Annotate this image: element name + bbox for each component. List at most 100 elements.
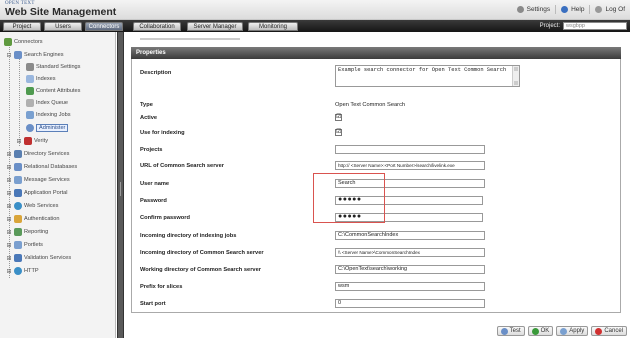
settings-link[interactable]: Settings	[512, 5, 556, 14]
tree-item-indexing-jobs[interactable]: Indexing Jobs	[24, 110, 71, 120]
cancel-button[interactable]: Cancel	[591, 326, 627, 336]
tree-item-http[interactable]: ⊞ HTTP	[6, 266, 39, 276]
expand-icon[interactable]: ⊞	[6, 190, 12, 197]
tree-item-validation-services[interactable]: ⊞ Validation Services	[6, 253, 71, 263]
tree-item-standard-settings[interactable]: Standard Settings	[24, 62, 80, 72]
expand-icon[interactable]: ⊞	[6, 164, 12, 171]
header-links: Settings Help Log Of	[512, 5, 630, 14]
expand-icon[interactable]: ⊞	[6, 216, 12, 223]
tab-collaboration[interactable]: Collaboration	[133, 22, 181, 31]
tree-item-relational-databases[interactable]: ⊞ Relational Databases	[6, 162, 77, 172]
start-port-label: Start port	[140, 301, 166, 307]
active-checkbox[interactable]: ☑	[335, 114, 342, 121]
type-label: Type	[140, 102, 153, 108]
search-engines-icon	[14, 51, 22, 59]
ok-button[interactable]: OK	[527, 326, 554, 336]
apply-button[interactable]: Apply	[556, 326, 589, 336]
use-for-indexing-checkbox[interactable]: ☑	[335, 129, 342, 136]
incoming-cs-label: Incoming directory of Common Search serv…	[140, 250, 264, 256]
index-icon	[26, 75, 34, 83]
validation-icon	[14, 254, 22, 262]
properties-panel: Description Example search connector for…	[131, 59, 621, 313]
project-select[interactable]: wsgbpp	[563, 22, 627, 30]
user-name-label: User name	[140, 181, 170, 187]
tree-item-indexes[interactable]: Indexes	[24, 74, 56, 84]
working-dir-field[interactable]: C:\OpenText\search\working	[335, 265, 485, 274]
highlight-annotation	[313, 173, 385, 223]
url-label: URL of Common Search server	[140, 163, 224, 169]
tab-project[interactable]: Project	[3, 22, 41, 31]
app-title: Web Site Management	[5, 6, 117, 18]
database-icon	[14, 163, 22, 171]
tree-item-index-queue[interactable]: Index Queue	[24, 98, 68, 108]
tree-item-message-services[interactable]: ⊞ Message Services	[6, 175, 70, 185]
logoff-link[interactable]: Log Of	[589, 5, 630, 14]
confirm-password-label: Confirm password	[140, 215, 190, 221]
queue-icon	[26, 99, 34, 107]
expand-icon[interactable]: ⊞	[6, 229, 12, 236]
help-link[interactable]: Help	[555, 5, 589, 14]
settings-icon	[26, 63, 34, 71]
projects-label: Projects	[140, 147, 163, 153]
help-icon	[561, 6, 569, 13]
breadcrumb-strip	[140, 38, 240, 40]
working-dir-label: Working directory of Common Search serve…	[140, 267, 261, 273]
app-header: OPEN TEXT Web Site Management Settings H…	[0, 0, 630, 20]
tree-item-web-services[interactable]: ⊞ Web Services	[6, 201, 58, 211]
action-buttons: Test OK Apply Cancel	[496, 326, 627, 336]
project-label: Project:	[539, 23, 560, 29]
tree-item-search-engines[interactable]: ⊟ Search Engines	[6, 50, 64, 60]
connectors-tree: Connectors ⊟ Search Engines Standard Set…	[0, 32, 116, 338]
expand-icon[interactable]: ⊞	[6, 203, 12, 210]
tab-server-manager[interactable]: Server Manager	[187, 22, 243, 31]
pane-splitter[interactable]	[117, 32, 124, 338]
password-label: Password	[140, 198, 167, 204]
ok-icon	[531, 327, 539, 335]
reporting-icon	[14, 228, 22, 236]
tree-item-content-attributes[interactable]: Content Attributes	[24, 86, 80, 96]
incoming-jobs-label: Incoming directory of indexing jobs	[140, 233, 237, 239]
url-field[interactable]: http:// <Server Name>:<Port Number>/sear…	[335, 161, 485, 170]
collapse-icon[interactable]: ⊟	[6, 52, 12, 59]
tree-item-connectors[interactable]: Connectors	[2, 37, 43, 47]
tree-item-directory-services[interactable]: ⊞ Directory Services	[6, 149, 69, 159]
apply-icon	[560, 327, 568, 335]
portal-icon	[14, 189, 22, 197]
projects-field[interactable]	[335, 145, 485, 154]
prefix-field[interactable]: wsm	[335, 282, 485, 291]
textarea-scrollbar[interactable]	[512, 66, 519, 86]
expand-icon[interactable]: ⊞	[6, 255, 12, 262]
main-content: Properties Description Example search co…	[125, 32, 630, 338]
settings-icon	[516, 6, 524, 13]
description-textarea[interactable]: Example search connector for Open Text C…	[335, 65, 520, 87]
tree-item-authentication[interactable]: ⊞ Authentication	[6, 214, 59, 224]
test-icon	[500, 327, 508, 335]
expand-icon[interactable]: ⊞	[6, 177, 12, 184]
tree-item-portlets[interactable]: ⊞ Portlets	[6, 240, 43, 250]
expand-icon[interactable]: ⊞	[6, 151, 12, 158]
verity-icon	[24, 137, 32, 145]
expand-icon[interactable]: ⊞	[6, 268, 12, 275]
tree-item-application-portal[interactable]: ⊞ Application Portal	[6, 188, 68, 198]
tab-monitoring[interactable]: Monitoring	[248, 22, 298, 31]
start-port-field[interactable]: 0	[335, 299, 485, 308]
http-icon	[14, 267, 22, 275]
tree-item-verity[interactable]: ⊞ Verity	[16, 136, 48, 146]
main-tab-bar: Project Users Connectors Collaboration S…	[0, 20, 630, 32]
message-icon	[14, 176, 22, 184]
incoming-cs-field[interactable]: \\ <Server Name>\CommonSearchIndex	[335, 248, 485, 257]
description-label: Description	[140, 70, 172, 76]
type-value: Open Text Common Search	[335, 102, 406, 108]
tab-connectors[interactable]: Connectors	[85, 22, 123, 31]
web-services-icon	[14, 202, 22, 210]
tree-item-reporting[interactable]: ⊞ Reporting	[6, 227, 48, 237]
properties-header: Properties	[131, 47, 621, 59]
incoming-jobs-field[interactable]: C:\CommonSearchIndex	[335, 231, 485, 240]
test-button[interactable]: Test	[496, 326, 525, 336]
jobs-icon	[26, 111, 34, 119]
tab-users[interactable]: Users	[44, 22, 82, 31]
connectors-icon	[4, 38, 12, 46]
expand-icon[interactable]: ⊞	[16, 138, 22, 145]
expand-icon[interactable]: ⊞	[6, 242, 12, 249]
tree-item-administer[interactable]: Administer	[24, 123, 69, 133]
